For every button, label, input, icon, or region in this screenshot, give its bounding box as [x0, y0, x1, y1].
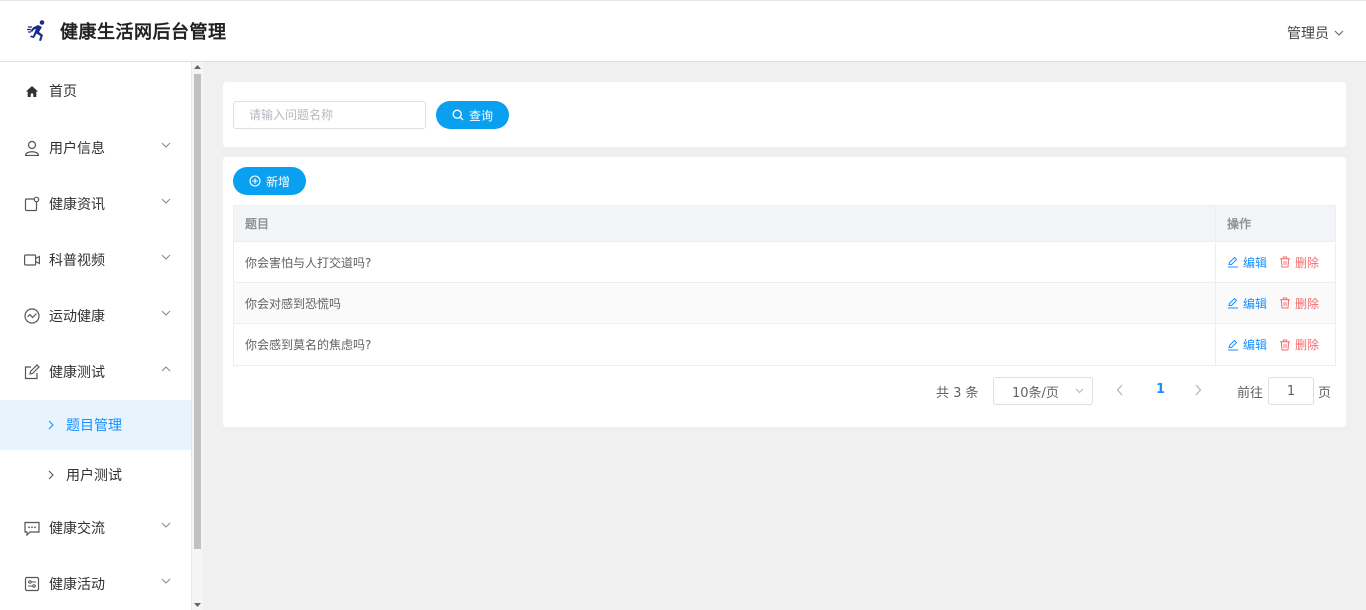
edit-label: 编辑 — [1243, 255, 1268, 270]
edit-label: 编辑 — [1243, 338, 1268, 352]
chevron-down-icon — [1075, 388, 1084, 394]
sidebar-item-label: 健康资讯 — [49, 197, 105, 213]
sidebar-scrollbar[interactable] — [191, 62, 203, 610]
delete-label: 删除 — [1295, 296, 1320, 311]
sidebar-item-label: 用户信息 — [49, 141, 105, 157]
table-row: 你会对感到恐慌吗 编辑 删除 — [234, 283, 1335, 324]
sidebar-item-label: 健康活动 — [49, 577, 105, 593]
sidebar-item-label: 首页 — [49, 84, 77, 100]
page-size-value: 10条/页 — [1012, 385, 1059, 401]
page-size-select[interactable]: 10条/页 — [993, 377, 1093, 405]
table-row: 你会感到莫名的焦虑吗? 编辑 删除 — [234, 324, 1335, 365]
chevron-down-icon — [161, 198, 171, 204]
running-man-logo-icon — [27, 20, 45, 41]
app-title: 健康生活网后台管理 — [60, 22, 227, 43]
chevron-right-icon — [48, 470, 54, 480]
scroll-down-arrow-icon[interactable] — [194, 602, 201, 608]
column-header-actions: 操作 — [1227, 217, 1252, 231]
sidebar-item-label: 健康交流 — [49, 521, 105, 537]
edit-pencil-icon — [1228, 297, 1238, 309]
video-icon — [24, 252, 40, 268]
scrollbar-thumb[interactable] — [194, 74, 201, 549]
search-panel: 查询 — [223, 82, 1346, 147]
delete-label: 删除 — [1295, 255, 1320, 270]
search-input[interactable] — [233, 101, 426, 129]
page-number-current[interactable]: 1 — [1156, 382, 1165, 397]
sidebar-subitem-question-manage[interactable]: 题目管理 — [0, 400, 191, 450]
edit-pencil-icon — [1228, 339, 1238, 350]
sidebar-item-health-test[interactable]: 健康测试 — [0, 344, 191, 400]
activity-icon — [24, 576, 40, 592]
sidebar-subitem-user-test[interactable]: 用户测试 — [0, 450, 191, 500]
sidebar-item-label: 运动健康 — [49, 309, 105, 325]
add-button-label: 新增 — [265, 174, 290, 189]
delete-button[interactable]: 删除 — [1279, 336, 1319, 353]
chevron-up-icon — [161, 366, 171, 372]
table-panel: 新增 题目 操作 你会害怕与人打交道吗? 编辑 删除 你会对感到恐慌吗 编辑 删… — [223, 157, 1346, 427]
sidebar-item-label: 科普视频 — [49, 253, 105, 269]
page-suffix-label: 页 — [1318, 386, 1332, 401]
table-header-row: 题目 操作 — [234, 206, 1335, 242]
chevron-down-icon — [161, 578, 171, 584]
sidebar: 首页 用户信息 健康资讯 科普视频 运动健康 健康测试 题目管理 用户测试 健康… — [0, 62, 191, 610]
prev-page-icon[interactable] — [1116, 384, 1124, 396]
chat-icon — [24, 520, 40, 536]
trash-icon — [1280, 297, 1291, 309]
chevron-down-icon — [1334, 30, 1344, 36]
chevron-down-icon — [161, 310, 171, 316]
sidebar-subitem-label: 用户测试 — [66, 468, 122, 484]
trash-icon — [1280, 256, 1291, 268]
plus-circle-icon — [249, 175, 261, 187]
question-title-cell: 你会对感到恐慌吗 — [234, 283, 1216, 323]
question-table: 题目 操作 你会害怕与人打交道吗? 编辑 删除 你会对感到恐慌吗 编辑 删除 你… — [233, 205, 1336, 366]
sidebar-item-home[interactable]: 首页 — [0, 62, 191, 120]
sidebar-item-health-chat[interactable]: 健康交流 — [0, 500, 191, 556]
pagination-total: 共 3 条 — [936, 386, 979, 401]
add-button[interactable]: 新增 — [233, 167, 306, 195]
user-name: 管理员 — [1287, 26, 1329, 42]
delete-label: 删除 — [1295, 338, 1320, 352]
sidebar-item-sport-health[interactable]: 运动健康 — [0, 288, 191, 344]
home-icon — [24, 83, 40, 99]
sidebar-item-health-activity[interactable]: 健康活动 — [0, 556, 191, 610]
sidebar-subitem-label: 题目管理 — [66, 418, 122, 434]
search-icon — [452, 109, 464, 121]
sidebar-item-user-info[interactable]: 用户信息 — [0, 120, 191, 176]
edit-button[interactable]: 编辑 — [1227, 336, 1267, 353]
edit-label: 编辑 — [1243, 296, 1268, 311]
table-row: 你会害怕与人打交道吗? 编辑 删除 — [234, 242, 1335, 283]
column-header-title: 题目 — [234, 206, 1216, 241]
sidebar-item-label: 健康测试 — [49, 365, 105, 381]
chevron-down-icon — [161, 142, 171, 148]
goto-page-input[interactable] — [1268, 377, 1314, 405]
delete-button[interactable]: 删除 — [1279, 295, 1319, 312]
trash-icon — [1280, 339, 1291, 350]
pagination: 共 3 条 10条/页 1 前往 页 — [223, 377, 1346, 405]
chevron-down-icon — [161, 522, 171, 528]
goto-label: 前往 — [1237, 386, 1264, 401]
edit-button[interactable]: 编辑 — [1227, 295, 1267, 312]
scroll-up-arrow-icon[interactable] — [194, 64, 201, 70]
next-page-icon[interactable] — [1194, 384, 1202, 396]
chevron-down-icon — [161, 254, 171, 260]
query-button-label: 查询 — [468, 108, 493, 123]
top-header: 健康生活网后台管理 管理员 — [0, 0, 1366, 62]
question-title-cell: 你会害怕与人打交道吗? — [234, 242, 1216, 282]
sidebar-item-health-news[interactable]: 健康资讯 — [0, 176, 191, 232]
sidebar-item-science-video[interactable]: 科普视频 — [0, 232, 191, 288]
delete-button[interactable]: 删除 — [1279, 254, 1319, 271]
actions-cell: 编辑 删除 — [1216, 242, 1335, 282]
edit-button[interactable]: 编辑 — [1227, 254, 1267, 271]
question-title-cell: 你会感到莫名的焦虑吗? — [234, 324, 1216, 365]
chevron-right-icon — [48, 420, 54, 430]
query-button[interactable]: 查询 — [436, 101, 509, 129]
user-menu[interactable]: 管理员 — [1287, 23, 1344, 43]
actions-cell: 编辑 删除 — [1216, 283, 1335, 323]
edit-icon — [24, 364, 40, 380]
news-icon — [24, 196, 40, 212]
edit-pencil-icon — [1228, 256, 1238, 268]
actions-cell: 编辑 删除 — [1216, 324, 1335, 365]
sport-icon — [24, 308, 40, 324]
user-icon — [24, 140, 40, 156]
